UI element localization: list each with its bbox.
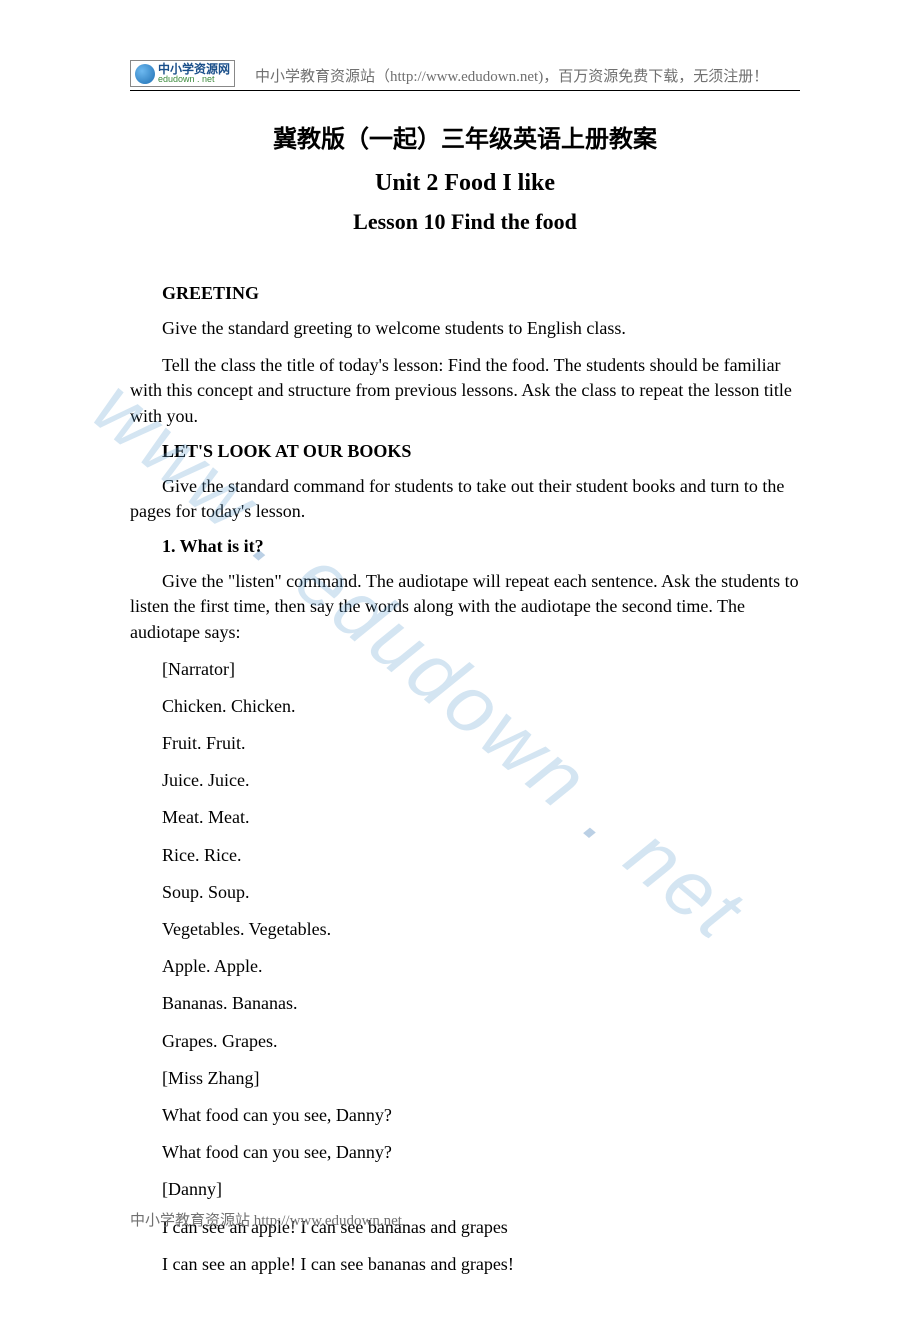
question-1-para: Give the "listen" command. The audiotape… [130,569,800,645]
script-line: Bananas. Bananas. [130,991,800,1016]
script-line: Soup. Soup. [130,880,800,905]
logo-en-text: edudown . net [158,75,230,84]
title-unit: Unit 2 Food I like [130,170,800,197]
script-line: Rice. Rice. [130,843,800,868]
greeting-para-1: Give the standard greeting to welcome st… [130,316,800,341]
page-footer: 中小学教育资源站 http://www.edudown.net [130,1209,402,1230]
script-line: Chicken. Chicken. [130,694,800,719]
page-header: 中小学资源网 edudown . net 中小学教育资源站（http://www… [130,60,800,91]
title-cn: 冀教版（一起）三年级英语上册教案 [130,119,800,154]
script-line: Juice. Juice. [130,768,800,793]
script-line: [Narrator] [130,657,800,682]
script-line: Vegetables. Vegetables. [130,917,800,942]
script-line: Apple. Apple. [130,954,800,979]
title-lesson: Lesson 10 Find the food [130,209,800,235]
books-para-1: Give the standard command for students t… [130,474,800,524]
greeting-para-2: Tell the class the title of today's less… [130,353,800,429]
script-line: Grapes. Grapes. [130,1029,800,1054]
script-line: What food can you see, Danny? [130,1103,800,1128]
script-line: What food can you see, Danny? [130,1140,800,1165]
script-line: [Danny] [130,1177,800,1202]
question-1-heading: 1. What is it? [130,536,800,557]
script-line: Meat. Meat. [130,805,800,830]
script-line: I can see an apple! I can see bananas an… [130,1252,800,1277]
script-line: Fruit. Fruit. [130,731,800,756]
greeting-heading: GREETING [130,283,800,304]
header-caption: 中小学教育资源站（http://www.edudown.net)，百万资源免费下… [255,65,768,88]
script-line: [Miss Zhang] [130,1066,800,1091]
logo-text-block: 中小学资源网 edudown . net [158,63,230,84]
globe-icon [135,64,155,84]
page-content: 中小学资源网 edudown . net 中小学教育资源站（http://www… [0,0,920,1329]
books-heading: LET'S LOOK AT OUR BOOKS [130,441,800,462]
site-logo: 中小学资源网 edudown . net [130,60,235,87]
